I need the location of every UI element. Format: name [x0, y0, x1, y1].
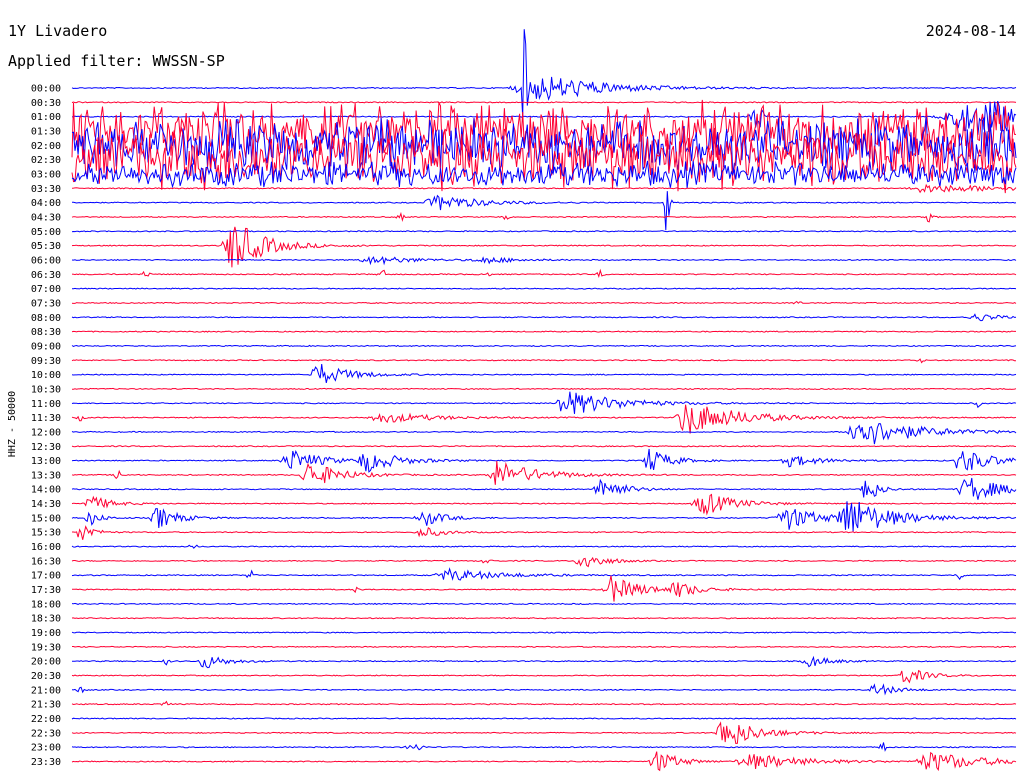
time-tick-label: 01:00 — [31, 112, 61, 123]
trace-line — [71, 742, 1016, 752]
trace-line — [71, 313, 1017, 322]
trace-line — [71, 700, 1017, 706]
time-tick-label: 12:00 — [31, 427, 61, 438]
time-tick-label: 20:30 — [31, 671, 61, 682]
time-tick-label: 05:30 — [31, 241, 61, 252]
plot-date: 2024-08-14 — [926, 22, 1016, 40]
time-tick-labels: 00:00 00:30 01:00 01:30 02:00 02:30 03:00 03:30… — [31, 84, 61, 769]
trace-line — [71, 460, 1017, 485]
trace-line — [72, 655, 1017, 669]
time-tick-label: 03:00 — [31, 169, 61, 180]
time-tick-label: 17:30 — [31, 585, 61, 596]
trace-line — [71, 717, 1017, 720]
time-tick-label: 18:30 — [31, 614, 61, 625]
trace-line — [71, 575, 1017, 602]
trace-line — [71, 183, 1017, 194]
time-tick-label: 22:00 — [31, 714, 61, 725]
trace-line — [71, 29, 1017, 118]
time-tick-label: 02:30 — [31, 155, 61, 166]
station-name: 1Y Livadero — [8, 22, 107, 40]
trace-line — [71, 477, 1017, 500]
trace-line — [71, 211, 1017, 223]
time-tick-label: 09:00 — [31, 341, 61, 352]
trace-line — [71, 445, 1017, 448]
time-tick-label: 23:30 — [31, 757, 61, 768]
helicorder-plot: 1Y Livadero 2024-08-14 Applied filter: W… — [7, 22, 1017, 772]
trace-line — [71, 160, 1017, 189]
trace-line — [71, 330, 1016, 333]
trace-line — [71, 721, 1017, 745]
trace-line — [71, 230, 1017, 233]
time-tick-label: 06:00 — [31, 255, 61, 266]
time-tick-label: 19:30 — [31, 642, 61, 653]
trace-line — [71, 751, 1017, 772]
trace-line — [71, 617, 1017, 620]
trace-line — [71, 423, 1017, 445]
time-tick-label: 16:00 — [31, 542, 61, 553]
time-tick-label: 19:00 — [31, 628, 61, 639]
trace-line — [71, 268, 1017, 278]
time-tick-label: 21:30 — [31, 700, 61, 711]
trace-line — [72, 525, 1017, 540]
time-tick-label: 14:00 — [31, 485, 61, 496]
time-tick-label: 00:30 — [31, 98, 61, 109]
time-tick-label: 12:30 — [31, 442, 61, 453]
time-tick-label: 13:30 — [31, 470, 61, 481]
trace-line — [71, 631, 1017, 634]
time-tick-label: 02:00 — [31, 141, 61, 152]
time-tick-label: 17:00 — [31, 571, 61, 582]
trace-line — [71, 567, 1017, 581]
time-tick-label: 04:30 — [31, 212, 61, 223]
time-tick-label: 11:30 — [31, 413, 61, 424]
trace-line — [71, 501, 1017, 532]
trace-line — [71, 669, 1017, 684]
time-tick-label: 09:30 — [31, 356, 61, 367]
time-tick-label: 23:00 — [31, 743, 61, 754]
trace-line — [71, 287, 1017, 290]
trace-line — [71, 602, 1017, 605]
time-tick-label: 08:30 — [31, 327, 61, 338]
trace-line — [71, 556, 1017, 568]
time-tick-label: 11:00 — [31, 399, 61, 410]
time-tick-label: 22:30 — [31, 728, 61, 739]
channel-scale-label: HHZ - 50000 — [7, 391, 18, 457]
trace-line — [71, 300, 1017, 305]
trace-line — [72, 191, 1017, 231]
time-tick-label: 15:30 — [31, 528, 61, 539]
time-tick-label: 21:00 — [31, 685, 61, 696]
trace-line — [72, 645, 1017, 648]
time-tick-label: 10:30 — [31, 384, 61, 395]
trace-line — [71, 391, 1017, 414]
time-tick-label: 10:00 — [31, 370, 61, 381]
time-tick-label: 07:00 — [31, 284, 61, 295]
time-tick-label: 05:00 — [31, 227, 61, 238]
time-tick-label: 06:30 — [31, 270, 61, 281]
time-tick-label: 07:30 — [31, 298, 61, 309]
trace-group — [71, 29, 1017, 772]
trace-line — [71, 544, 1017, 549]
trace-line — [71, 344, 1017, 347]
time-tick-label: 00:00 — [31, 84, 61, 95]
time-tick-label: 20:00 — [31, 657, 61, 668]
trace-line — [71, 683, 1017, 696]
trace-line — [71, 404, 1017, 434]
time-tick-label: 15:00 — [31, 513, 61, 524]
time-tick-label: 04:00 — [31, 198, 61, 209]
trace-line — [71, 448, 1017, 473]
filter-label: Applied filter: WWSSN-SP — [8, 52, 225, 70]
trace-line — [71, 101, 1017, 104]
time-tick-label: 03:30 — [31, 184, 61, 195]
time-tick-label: 16:30 — [31, 556, 61, 567]
time-tick-label: 18:00 — [31, 599, 61, 610]
time-tick-label: 14:30 — [31, 499, 61, 510]
time-tick-label: 01:30 — [31, 126, 61, 137]
trace-line — [71, 358, 1016, 364]
trace-line — [72, 387, 1017, 390]
trace-line — [71, 364, 1017, 384]
time-tick-label: 08:00 — [31, 313, 61, 324]
trace-line — [71, 255, 1017, 266]
trace-line — [71, 226, 1017, 268]
time-tick-label: 13:00 — [31, 456, 61, 467]
